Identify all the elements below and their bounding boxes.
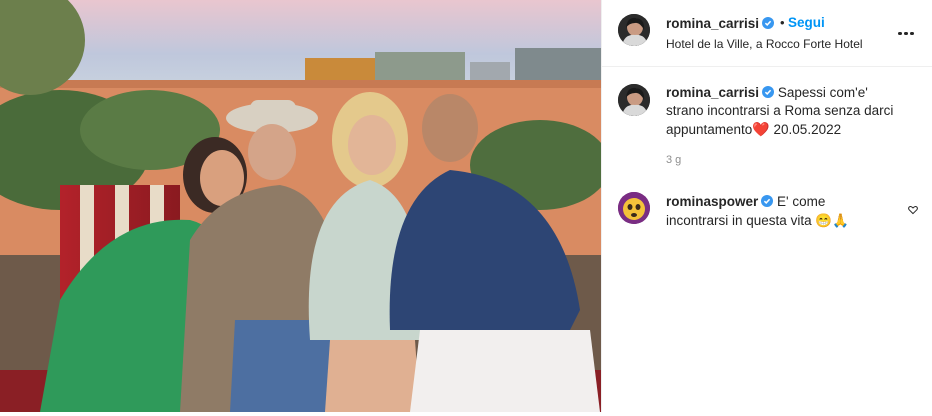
heart-emoji-icon: ❤️ — [752, 121, 770, 137]
author-username-text[interactable]: romina_carrisi — [666, 16, 759, 31]
follow-button[interactable]: Segui — [788, 15, 825, 30]
verified-badge-icon — [762, 86, 775, 98]
author-avatar[interactable] — [618, 14, 650, 46]
post-header: romina_carrisi • Segui Hotel de la Ville… — [602, 0, 932, 67]
caption-text-block: romina_carrisi Sapessi com'e' strano inc… — [666, 84, 906, 139]
heart-outline-icon[interactable] — [908, 205, 918, 215]
more-options-icon[interactable] — [898, 22, 918, 42]
comment-emoji: 😁🙏 — [815, 213, 849, 228]
caption-date: 20.05.2022 — [773, 122, 842, 137]
caption-avatar[interactable] — [618, 84, 650, 116]
comment-text-block: rominaspower E' come incontrarsi in ques… — [666, 192, 866, 230]
comment-username[interactable]: rominaspower — [666, 194, 758, 209]
post-age[interactable]: 3 g — [666, 154, 681, 166]
post-side-panel: romina_carrisi • Segui Hotel de la Ville… — [602, 0, 932, 412]
post-photo[interactable] — [0, 0, 601, 412]
separator-dot: • — [780, 15, 785, 30]
post-image — [0, 0, 601, 412]
verified-badge-icon — [762, 17, 775, 29]
author-username[interactable]: romina_carrisi — [666, 16, 775, 31]
post-location[interactable]: Hotel de la Ville, a Rocco Forte Hotel — [666, 37, 863, 51]
caption-username[interactable]: romina_carrisi — [666, 85, 759, 100]
verified-badge-icon — [761, 195, 774, 207]
commenter-avatar[interactable] — [618, 192, 650, 224]
